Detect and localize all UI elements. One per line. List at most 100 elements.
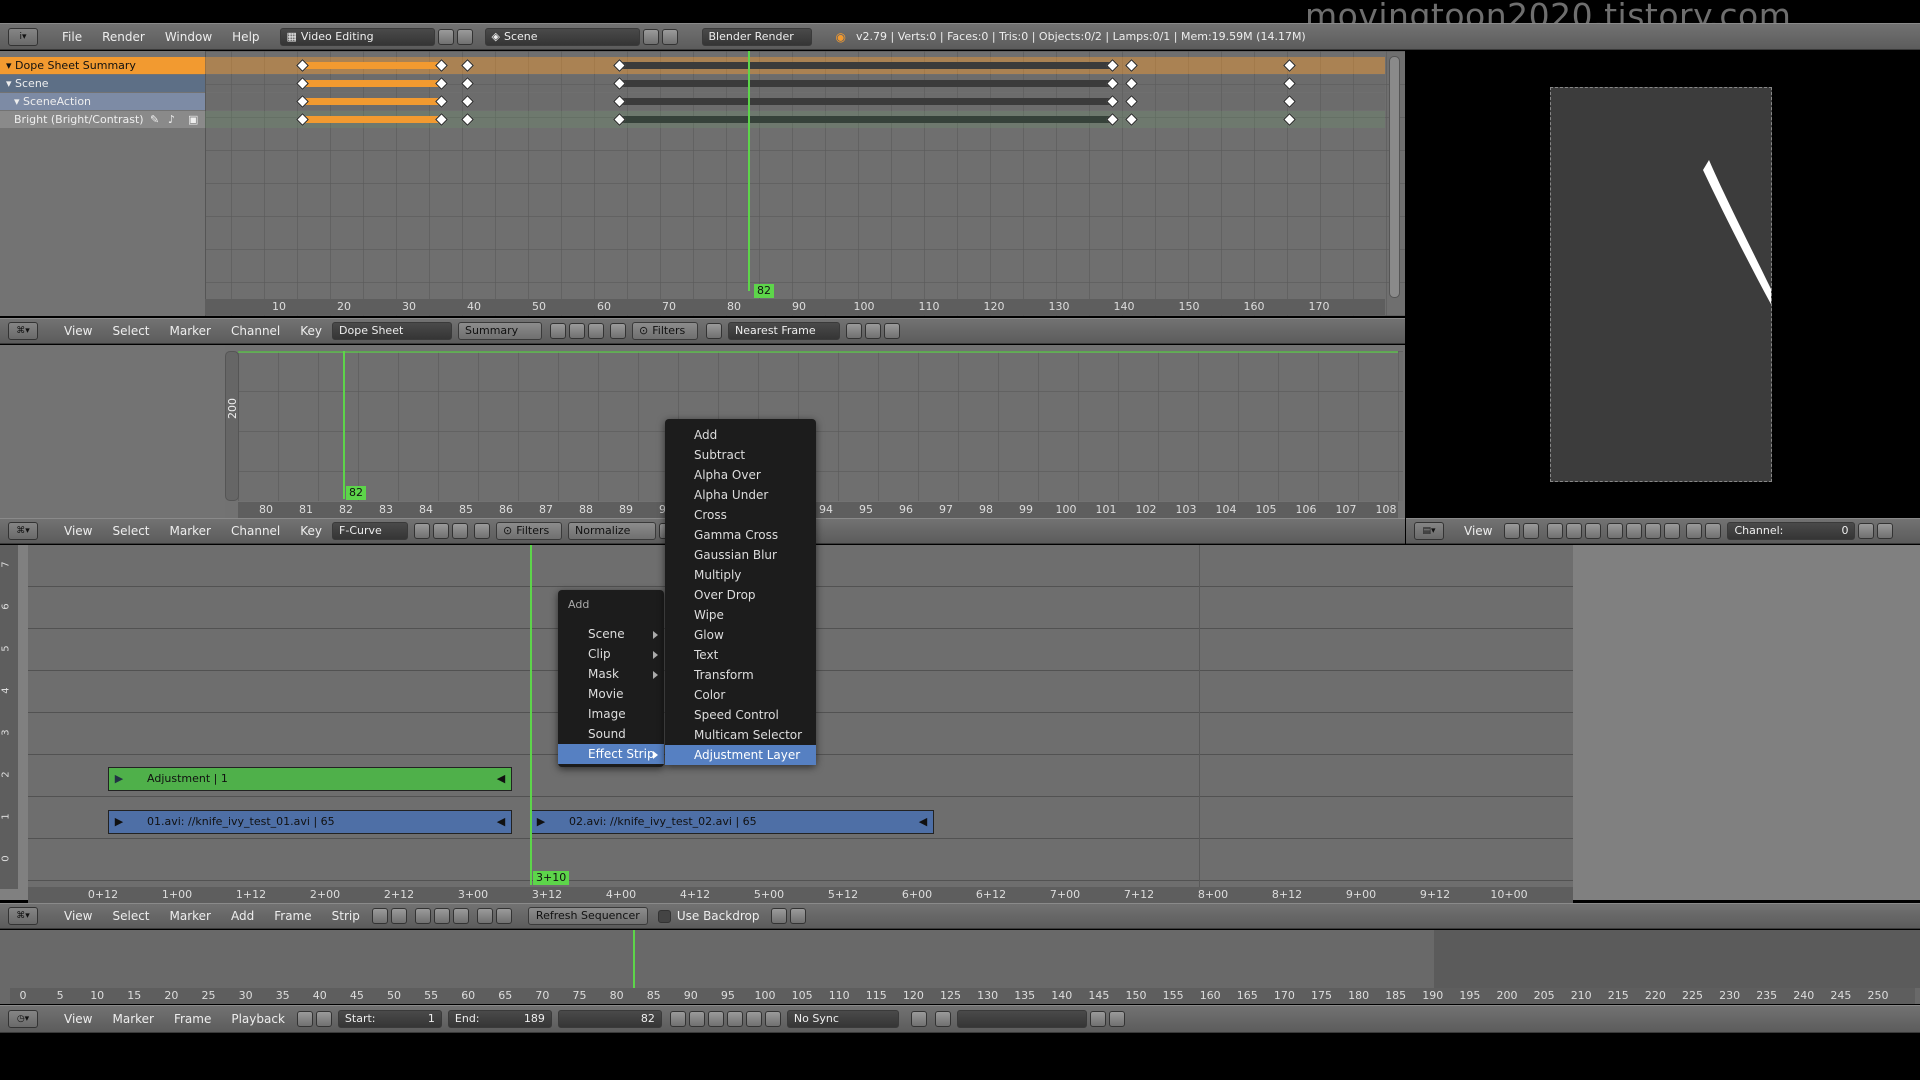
remove-scene-icon[interactable]	[661, 28, 678, 45]
select-only-icon[interactable]	[550, 323, 567, 339]
current-frame-line[interactable]	[633, 930, 635, 988]
display-preview-icon[interactable]	[433, 908, 450, 924]
channels-icon[interactable]	[1566, 523, 1583, 539]
paste-icon[interactable]	[495, 908, 512, 924]
grid-icon[interactable]	[1705, 523, 1722, 539]
expand-arrow-icon[interactable]: ▾	[6, 77, 15, 90]
menu-marker[interactable]: Marker	[112, 1012, 153, 1026]
editor-type-dopesheet-icon[interactable]: ⌘▾	[8, 322, 38, 340]
menu-help[interactable]: Help	[232, 30, 259, 44]
camera-icon[interactable]	[1877, 523, 1894, 539]
effect-menu-item-adjustment-layer[interactable]: Adjustment Layer	[665, 745, 816, 765]
dopesheet-area[interactable]: ▾ Dope Sheet Summary ▾ Scene ▾ SceneActi…	[0, 51, 1405, 316]
editor-type-timeline-icon[interactable]: ◷▾	[8, 1010, 38, 1028]
record-icon[interactable]	[910, 1011, 927, 1027]
menu-window[interactable]: Window	[165, 30, 212, 44]
play-reverse-icon[interactable]	[707, 1011, 724, 1027]
screen-layout-selector[interactable]: ▦ Video Editing	[279, 27, 435, 46]
effect-menu-item-gaussian-blur[interactable]: Gaussian Blur	[665, 545, 816, 565]
effect-menu-item-gamma-cross[interactable]: Gamma Cross	[665, 525, 816, 545]
effect-menu-item-transform[interactable]: Transform	[665, 665, 816, 685]
wrench-icon[interactable]: ✎	[150, 111, 159, 128]
menu-file[interactable]: File	[62, 30, 82, 44]
strip-right-handle-icon[interactable]: ◀	[491, 811, 511, 833]
add-menu-item-sound[interactable]: Sound	[558, 724, 664, 744]
graph-grid[interactable]	[238, 351, 1403, 501]
effect-menu-item-multiply[interactable]: Multiply	[665, 565, 816, 585]
effect-menu-item-text[interactable]: Text	[665, 645, 816, 665]
next-keyframe-icon[interactable]	[745, 1011, 762, 1027]
jump-end-icon[interactable]	[764, 1011, 781, 1027]
keying-set-icon[interactable]	[934, 1011, 951, 1027]
adjustment-strip[interactable]: ▶ Adjustment | 1 ◀	[108, 767, 512, 791]
checker-icon[interactable]	[1585, 523, 1602, 539]
dopesheet-mode-selector[interactable]: Dope Sheet	[332, 322, 453, 340]
ghost-icon[interactable]	[569, 323, 586, 339]
menu-render[interactable]: Render	[102, 30, 145, 44]
movie-strip-01[interactable]: ▶ 01.avi: //knife_ivy_test_01.avi | 65 ◀	[108, 810, 512, 834]
overlay-icon[interactable]	[1626, 523, 1643, 539]
graph-vscale[interactable]: 200	[225, 351, 239, 501]
channel-scene[interactable]: ▾ Scene	[0, 75, 205, 92]
menu-key[interactable]: Key	[300, 524, 322, 538]
delete-keyframe-icon[interactable]	[1108, 1011, 1125, 1027]
expand-arrow-icon[interactable]: ▾	[6, 59, 15, 72]
start-frame-field[interactable]: Start: 1	[337, 1010, 442, 1028]
safe-areas-icon[interactable]	[1645, 523, 1662, 539]
effect-menu-item-over-drop[interactable]: Over Drop	[665, 585, 816, 605]
effect-menu-item-speed-control[interactable]: Speed Control	[665, 705, 816, 725]
summary-toggle[interactable]: Summary	[458, 322, 543, 340]
add-menu-item-mask[interactable]: Mask	[558, 664, 664, 684]
play-icon[interactable]	[726, 1011, 743, 1027]
menu-view[interactable]: View	[64, 324, 92, 338]
add-scene-icon[interactable]	[642, 28, 659, 45]
add-menu-item-clip[interactable]: Clip	[558, 644, 664, 664]
menu-view[interactable]: View	[64, 909, 92, 923]
menu-key[interactable]: Key	[300, 324, 322, 338]
render-anim-icon[interactable]	[790, 908, 807, 924]
ghost-icon[interactable]	[433, 523, 450, 539]
editor-type-info-icon[interactable]: i▾	[8, 27, 38, 46]
dopesheet-vscrollbar[interactable]	[1389, 56, 1400, 298]
film-icon[interactable]	[1664, 523, 1681, 539]
add-menu-item-image[interactable]: Image	[558, 704, 664, 724]
render-engine-selector[interactable]: Blender Render	[701, 27, 812, 46]
paste-flipped-icon[interactable]	[884, 323, 901, 339]
menu-frame[interactable]: Frame	[274, 909, 311, 923]
error-icon[interactable]	[588, 323, 605, 339]
speaker-icon[interactable]: ♪	[168, 111, 175, 128]
auto-snap-selector[interactable]: Nearest Frame	[728, 322, 841, 340]
current-frame-line[interactable]	[748, 51, 750, 291]
normalize-button[interactable]: Normalize	[568, 522, 657, 540]
dopesheet-frame-ruler[interactable]: 10 20 30 40 50 60 70 80 90 100 110 120 130 140 150 160 1…	[205, 299, 1385, 315]
timeline-frame-ruler[interactable]: 0 5 10 15 20 25 30 35 40 45 50 55 60 65 70 75 80 85 90 95 10…	[10, 988, 1915, 1004]
menu-select[interactable]: Select	[112, 324, 149, 338]
pin-icon[interactable]	[1858, 523, 1875, 539]
preview-range-icon[interactable]	[296, 1011, 313, 1027]
scene-selector[interactable]: ◈ Scene	[484, 27, 640, 46]
filters-button[interactable]: ⊙ Filters	[496, 522, 563, 540]
effect-menu-item-color[interactable]: Color	[665, 685, 816, 705]
channel-bright-contrast[interactable]: Bright (Bright/Contrast) ✎ ♪ ▣	[0, 111, 205, 128]
menu-marker[interactable]: Marker	[170, 324, 211, 338]
jump-start-icon[interactable]	[669, 1011, 686, 1027]
display-mode-icon[interactable]	[1547, 523, 1564, 539]
effect-menu-item-subtract[interactable]: Subtract	[665, 445, 816, 465]
expand-arrow-icon[interactable]: ▾	[14, 95, 23, 108]
menu-channel[interactable]: Channel	[231, 324, 280, 338]
effect-menu-item-alpha-under[interactable]: Alpha Under	[665, 485, 816, 505]
effect-menu-item-add[interactable]: Add	[665, 425, 816, 445]
keying-set-field[interactable]	[956, 1010, 1087, 1028]
menu-marker[interactable]: Marker	[170, 909, 211, 923]
add-menu-item-scene[interactable]: Scene	[558, 624, 664, 644]
menu-playback[interactable]: Playback	[231, 1012, 285, 1026]
remove-layout-icon[interactable]	[456, 28, 473, 45]
menu-select[interactable]: Select	[112, 909, 149, 923]
menu-marker[interactable]: Marker	[170, 524, 211, 538]
display-sequencer-icon[interactable]	[414, 908, 431, 924]
auto-snap-icon[interactable]	[706, 323, 723, 339]
render-still-icon[interactable]	[771, 908, 788, 924]
filters-button[interactable]: ⊙ Filters	[632, 322, 699, 340]
menu-select[interactable]: Select	[112, 524, 149, 538]
menu-strip[interactable]: Strip	[332, 909, 360, 923]
